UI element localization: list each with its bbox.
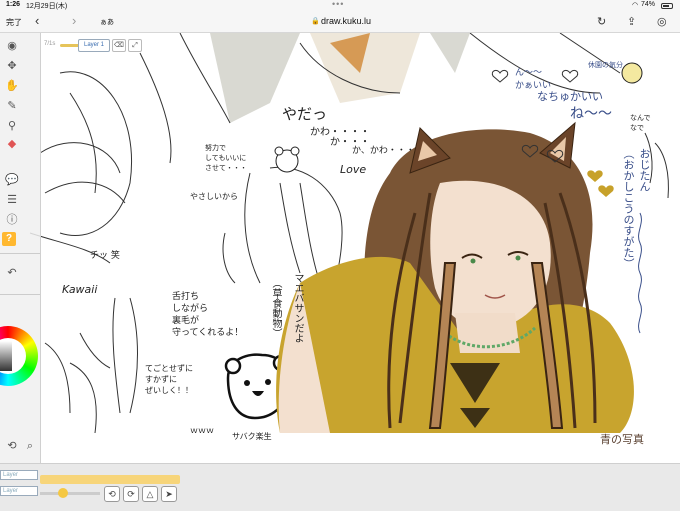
color-brightness-bar[interactable] [0, 341, 12, 371]
sketch-text-soin: 休園の気分 [588, 61, 623, 69]
sketch-text-ne: ね～～ [570, 106, 612, 122]
help-button[interactable]: ? [2, 232, 16, 246]
info-icon[interactable]: ⓘ [4, 213, 20, 227]
sketch-text-yada: やだっ [282, 105, 328, 123]
send-icon[interactable]: ➤ [161, 486, 177, 502]
sketch-text-yasashii: やさしいから [190, 192, 238, 201]
status-date: 12月29日(木) [26, 3, 68, 10]
rotate-right-icon[interactable]: ⟳ [123, 486, 139, 502]
sketch-text-koreni: 努力で してもいいに させて・・・ [205, 144, 247, 172]
forward-arrow-icon[interactable]: › [72, 13, 76, 28]
done-button[interactable]: 完了 [6, 17, 22, 28]
tool-panel: ◉ ✥ ✋ ✎ ⚲ ◆ 💬 ☰ ⓘ ? ↶ ⟲ ⌕ [0, 33, 41, 510]
rotate-left-icon[interactable]: ⟲ [104, 486, 120, 502]
browser-toolbar: 完了 ‹ › ぁあ 🔒 draw.kuku.lu ↻ ⇪ ◎ [0, 12, 680, 33]
pen-tool-icon[interactable]: ✎ [4, 99, 20, 113]
sketch-text-kawari: 舌打ち しながら 裏毛が 守ってくれるよ！ [172, 292, 244, 338]
brush-size-label: 7/1s [44, 41, 56, 47]
wifi-icon: ◠ [632, 2, 639, 9]
list-icon[interactable]: ☰ [4, 193, 20, 207]
battery-icon [661, 3, 673, 9]
artist-signature: 青の写真 [600, 433, 644, 446]
brush-size-slider[interactable] [40, 492, 100, 495]
triangle-icon[interactable]: △ [142, 486, 158, 502]
bottom-toolbar: Layer Layer ⟲ ⟳ △ ➤ [0, 463, 680, 511]
reload-icon[interactable]: ↻ [597, 15, 606, 28]
status-bar: 1:26 12月29日(木) ••• ◠ 74% [0, 0, 680, 12]
rotate-icon[interactable]: ⟲ [4, 439, 20, 453]
move-layer-icon[interactable]: ⤢ [128, 39, 142, 52]
brush-size-knob[interactable] [58, 488, 68, 498]
move-tool-icon[interactable]: ✥ [4, 59, 20, 73]
zoom-icon[interactable]: ⌕ [22, 439, 38, 453]
sketch-text-love: Love [340, 163, 367, 176]
share-icon[interactable]: ⇪ [627, 15, 636, 28]
back-arrow-icon[interactable]: ‹ [35, 13, 39, 28]
sketch-text-www: ｗｗｗ [190, 426, 214, 435]
layer-opacity-bar[interactable] [40, 475, 180, 484]
sketch-text-sabaku: サバク楽生 [232, 432, 272, 441]
hand-tool-icon[interactable]: ✋ [4, 79, 20, 93]
sketch-text-ka2: か、かわ・・・ [352, 146, 415, 156]
lock-icon: 🔒 [311, 18, 320, 25]
layer-select-button[interactable]: Layer 1 [78, 39, 110, 52]
sketch-text-nachu: なちゅかいい [537, 90, 603, 103]
address-bar-url[interactable]: draw.kuku.lu [321, 16, 371, 26]
drawing-canvas[interactable]: やだっ かわ・・・・ か・・・ か、かわ・・・ ん～～ かぁいい 休園の気分 な… [0, 33, 680, 463]
sketch-text-maebasan: マエバサンだよ [292, 273, 303, 343]
status-time: 1:26 [6, 1, 21, 8]
sketch-text-kawaii: Kawaii [62, 283, 98, 296]
eraser-icon[interactable]: ⌫ [112, 39, 126, 52]
sketch-text-kusashoku: （草食動物） [270, 278, 281, 338]
compass-icon[interactable]: ◎ [657, 15, 667, 28]
sketch-text-nande: なんで なで [630, 114, 651, 132]
layer-chip-1[interactable]: Layer [0, 470, 38, 480]
sketch-text-ojitan: おじたん （おかしこうのすがた） [622, 148, 651, 269]
reader-settings-button[interactable]: ぁあ [100, 17, 114, 27]
chat-icon[interactable]: 💬 [4, 173, 20, 187]
multitask-dots-icon[interactable]: ••• [332, 0, 344, 9]
brush-tool-icon[interactable]: ◉ [4, 39, 20, 53]
sketch-text-kutsu: てごとせずに すかずに ぜいしく！！ [145, 364, 193, 395]
fill-tool-icon[interactable]: ◆ [4, 137, 20, 151]
sketch-text-chitsu: チッ 笑 [90, 251, 120, 261]
eyedropper-icon[interactable]: ⚲ [4, 119, 20, 133]
battery-percent: 74% [641, 1, 656, 8]
undo-panel: ↶ [0, 253, 40, 295]
undo-icon[interactable]: ↶ [4, 266, 20, 280]
layer-chip-2[interactable]: Layer [0, 486, 38, 496]
